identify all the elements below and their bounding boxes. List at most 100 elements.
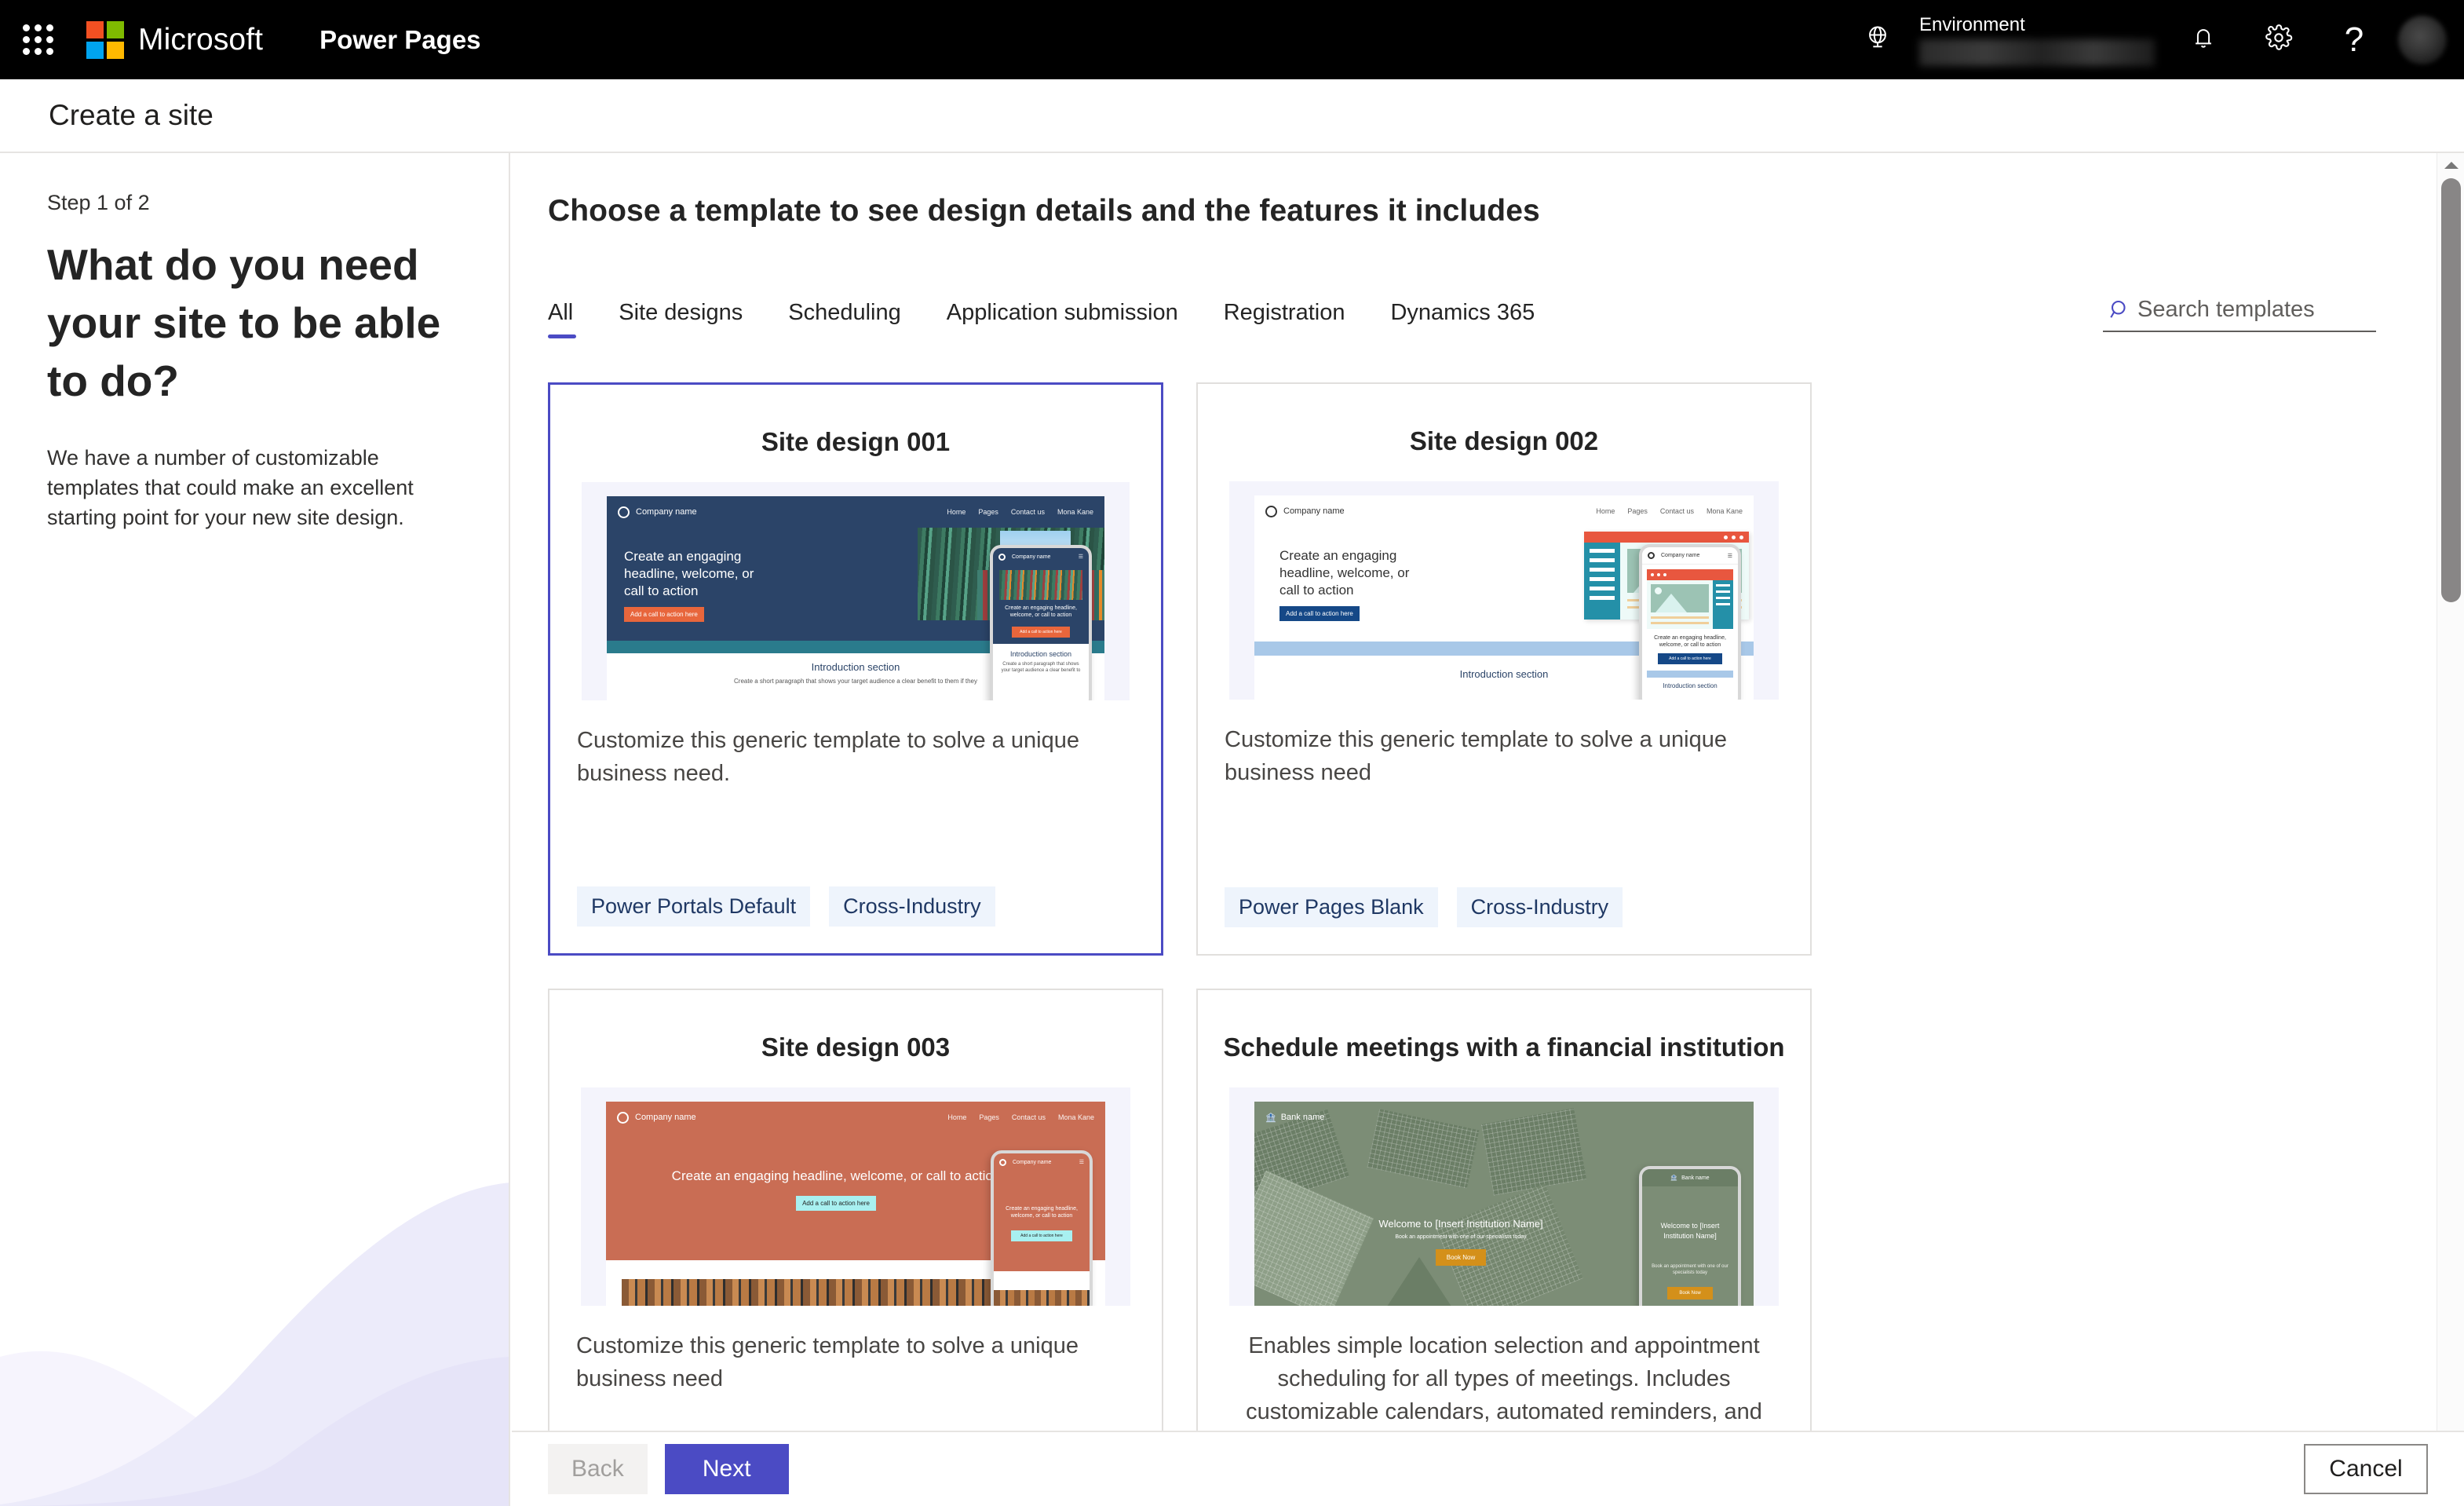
- preview-nav-contact: Contact us: [1010, 508, 1045, 516]
- preview-nav-home: Home: [947, 508, 966, 516]
- preview-headline: Create an engaging headline, welcome, or…: [624, 549, 754, 598]
- settings-button[interactable]: [2241, 0, 2316, 79]
- suite-header-bar: Microsoft Power Pages Environment ?: [0, 0, 2464, 79]
- page-title-bar: Create a site: [0, 79, 2464, 153]
- microsoft-logo[interactable]: Microsoft: [86, 20, 264, 59]
- preview-cta-button: Book Now: [1435, 1249, 1487, 1266]
- back-button[interactable]: Back: [548, 1444, 648, 1494]
- cancel-button[interactable]: Cancel: [2304, 1444, 2428, 1494]
- waffle-icon: [22, 24, 53, 55]
- preview-navbar: Company name Home Pages Contact us Mona …: [606, 1102, 1105, 1133]
- template-card-site-design-001[interactable]: Site design 001 Company name Home Pages …: [548, 382, 1163, 956]
- preview-navbar: Company name Home Pages Contact us Mona …: [1254, 495, 1754, 527]
- thumbnail-desktop-preview: Company name Home Pages Contact us Mona …: [606, 1102, 1105, 1306]
- microsoft-squares-icon: [86, 20, 124, 59]
- preview-logo-icon: [617, 1111, 629, 1124]
- preview-headline: Create an engaging headline, welcome, or…: [671, 1168, 1001, 1183]
- template-chooser: Choose a template to see design details …: [512, 153, 2464, 1506]
- wizard-left-pane: Step 1 of 2 What do you need your site t…: [0, 153, 510, 1506]
- environment-globe-button[interactable]: [1849, 0, 1907, 79]
- vertical-scrollbar[interactable]: [2437, 153, 2464, 1506]
- template-card-description: Customize this generic template to solve…: [576, 1333, 1079, 1391]
- preview-phone-cta: Add a call to action here: [1658, 653, 1722, 664]
- preview-headline: Welcome to [Insert Institution Name]: [1378, 1218, 1543, 1230]
- environment-selector[interactable]: Environment: [1907, 0, 2166, 79]
- preview-phone-headline: Create an engaging headline, welcome, or…: [1654, 635, 1726, 648]
- wizard-footer: Back Next Cancel: [512, 1431, 2464, 1506]
- search-icon: [2103, 298, 2137, 322]
- preview-phone-headline: Create an engaging headline, welcome, or…: [1005, 605, 1077, 618]
- tab-scheduling[interactable]: Scheduling: [788, 300, 901, 338]
- microsoft-wordmark: Microsoft: [138, 22, 264, 57]
- wizard-description: We have a number of customizable templat…: [47, 446, 414, 529]
- template-card-title: Site design 003: [761, 1033, 951, 1062]
- preview-phone-headline: Welcome to [Insert Institution Name]: [1660, 1222, 1720, 1240]
- template-card-tags: Power Portals Default Cross-Industry: [550, 886, 1161, 953]
- preview-phone-headline: Create an engaging headline, welcome, or…: [1006, 1206, 1078, 1219]
- preview-phone-intro-title: Introduction section: [1009, 650, 1072, 658]
- chevron-up-icon: [2444, 161, 2459, 169]
- template-card-tags: Power Pages Blank Cross-Industry: [1198, 887, 1810, 954]
- preview-nav-contact: Contact us: [1659, 507, 1694, 515]
- template-thumbnail: Company name Home Pages Contact us Mona …: [581, 1087, 1130, 1306]
- tab-application-submission[interactable]: Application submission: [947, 300, 1178, 338]
- search-templates-box[interactable]: [2103, 297, 2376, 332]
- thumbnail-canvas: Company name Home Pages Contact us Mona …: [582, 482, 1130, 700]
- question-mark-icon: ?: [2344, 20, 2364, 59]
- gear-icon: [2265, 24, 2293, 56]
- thumbnail-canvas: Company name Home Pages Contact us Mona …: [581, 1087, 1130, 1306]
- template-thumbnail: Company name Home Pages Contact us Mona …: [582, 482, 1130, 700]
- notifications-button[interactable]: [2166, 0, 2241, 79]
- template-card-schedule-meetings[interactable]: Schedule meetings with a financial insti…: [1196, 989, 1812, 1506]
- preview-phone-mockup: Company name ☰ Create an engaging headli…: [991, 1150, 1093, 1306]
- suite-header-right: Environment ?: [1849, 0, 2464, 79]
- tag-power-portals-default: Power Portals Default: [577, 886, 811, 927]
- environment-value-redacted: [1919, 38, 2155, 66]
- tab-site-designs[interactable]: Site designs: [619, 300, 743, 338]
- illustration-window-bar: [1584, 532, 1749, 543]
- preview-phone-mockup: Company name ☰ Create an engaging headli…: [1639, 544, 1741, 700]
- thumbnail-desktop-preview: Company name Home Pages Contact us Mona …: [1254, 495, 1754, 700]
- bank-icon: 🏦: [1265, 1113, 1276, 1123]
- preview-cta-button: Add a call to action here: [1279, 606, 1360, 621]
- step-indicator: Step 1 of 2: [47, 191, 150, 214]
- preview-nav-pages: Pages: [978, 508, 998, 516]
- app-launcher-button[interactable]: [0, 0, 75, 79]
- scrollbar-thumb[interactable]: [2441, 178, 2461, 602]
- tab-dynamics-365[interactable]: Dynamics 365: [1390, 300, 1535, 338]
- preview-nav-home: Home: [1596, 507, 1615, 515]
- preview-nav-user: Mona Kane: [1706, 507, 1743, 515]
- preview-navbar: 🏦 Bank name: [1254, 1102, 1754, 1133]
- next-button[interactable]: Next: [664, 1444, 789, 1494]
- preview-phone-mockup: Company name ☰ Create an engaging headli…: [990, 545, 1092, 700]
- preview-headline: Create an engaging headline, welcome, or…: [1279, 548, 1410, 598]
- illustration-sidebar: [1584, 543, 1620, 620]
- preview-phone-company: Company name: [1661, 553, 1700, 558]
- preview-nav-user: Mona Kane: [1057, 1113, 1094, 1121]
- bell-icon: [2190, 24, 2217, 55]
- preview-phone-cta: Add a call to action here: [1012, 627, 1070, 638]
- wizard-heading: What do you need your site to be able to…: [47, 240, 441, 405]
- template-card-site-design-003[interactable]: Site design 003 Company name Home Pages …: [548, 989, 1163, 1506]
- preview-phone-company: Company name: [1013, 1159, 1052, 1165]
- preview-phone-logo-icon: [998, 553, 1006, 561]
- tab-registration[interactable]: Registration: [1224, 300, 1345, 338]
- tag-power-pages-blank: Power Pages Blank: [1225, 887, 1438, 927]
- tag-cross-industry: Cross-Industry: [1456, 887, 1623, 927]
- scroll-up-button[interactable]: [2437, 153, 2464, 177]
- search-input[interactable]: [2137, 297, 2365, 323]
- preview-phone-mockup: 🏦 Bank name Welcome to [Insert Instituti…: [1639, 1166, 1741, 1306]
- globe-icon: [1864, 24, 1891, 55]
- avatar[interactable]: [2398, 15, 2447, 64]
- preview-phone-cta: Book Now: [1667, 1287, 1713, 1299]
- template-card-site-design-002[interactable]: Site design 002 Company name Home Pages …: [1196, 382, 1812, 956]
- preview-nav-home: Home: [947, 1113, 967, 1121]
- thumbnail-desktop-preview: 🏦 Bank name Welcome to [Insert Instituti…: [1254, 1102, 1754, 1306]
- help-button[interactable]: ?: [2316, 0, 2392, 79]
- app-name-link[interactable]: Power Pages: [319, 25, 480, 55]
- preview-phone-bank-icon: 🏦: [1670, 1175, 1678, 1181]
- preview-company-name: Company name: [635, 1113, 696, 1122]
- tab-all[interactable]: All: [548, 300, 577, 338]
- preview-cta-button: Add a call to action here: [796, 1196, 876, 1211]
- template-filter-tabs: All Site designs Scheduling Application …: [548, 282, 2464, 338]
